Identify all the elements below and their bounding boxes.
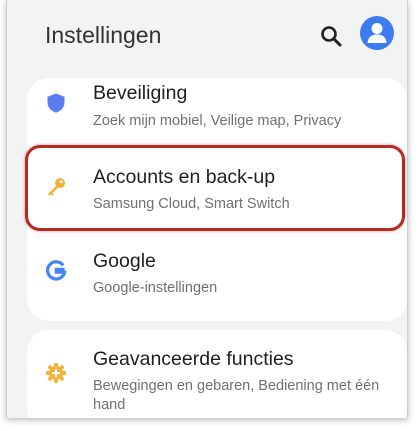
settings-item-label: Geavanceerde functies [93, 348, 294, 370]
gear-plus-icon [45, 362, 67, 384]
settings-item-summary: Google-instellingen [93, 280, 218, 296]
settings-item-label: Accounts en back-up [93, 166, 276, 188]
settings-item-summary: Bewegingen en gebaren, Bediening met één… [93, 378, 380, 413]
settings-card-secondary: Geavanceerde functies Bewegingen en geba… [27, 330, 407, 418]
search-icon [321, 26, 342, 47]
settings-item-geavanceerde-functies[interactable]: Geavanceerde functies Bewegingen en geba… [27, 330, 407, 418]
settings-item-summary: Zoek mijn mobiel, Veilige map, Privacy [93, 113, 342, 129]
settings-item-summary: Samsung Cloud, Smart Switch [93, 196, 290, 212]
top-app-bar: Instellingen [7, 0, 407, 72]
settings-card-primary: Beveiliging Zoek mijn mobiel, Veilige ma… [27, 78, 407, 321]
settings-item-google[interactable]: Google Google-instellingen [27, 238, 407, 318]
settings-item-accounts-backup[interactable]: Accounts en back-up Samsung Cloud, Smart… [27, 148, 407, 236]
page-title: Instellingen [45, 22, 162, 48]
search-button[interactable] [319, 24, 343, 48]
google-g-icon [45, 260, 67, 282]
shield-icon [45, 92, 67, 114]
settings-item-label: Google [93, 250, 156, 272]
key-icon [45, 176, 67, 198]
settings-item-label: Beveiliging [93, 82, 188, 104]
account-avatar-button[interactable] [360, 16, 394, 50]
account-avatar-icon [360, 16, 394, 50]
settings-item-beveiliging[interactable]: Beveiliging Zoek mijn mobiel, Veilige ma… [27, 78, 407, 148]
settings-screen: Instellingen Beveiliging Zoek mijn mobie… [6, 0, 408, 418]
